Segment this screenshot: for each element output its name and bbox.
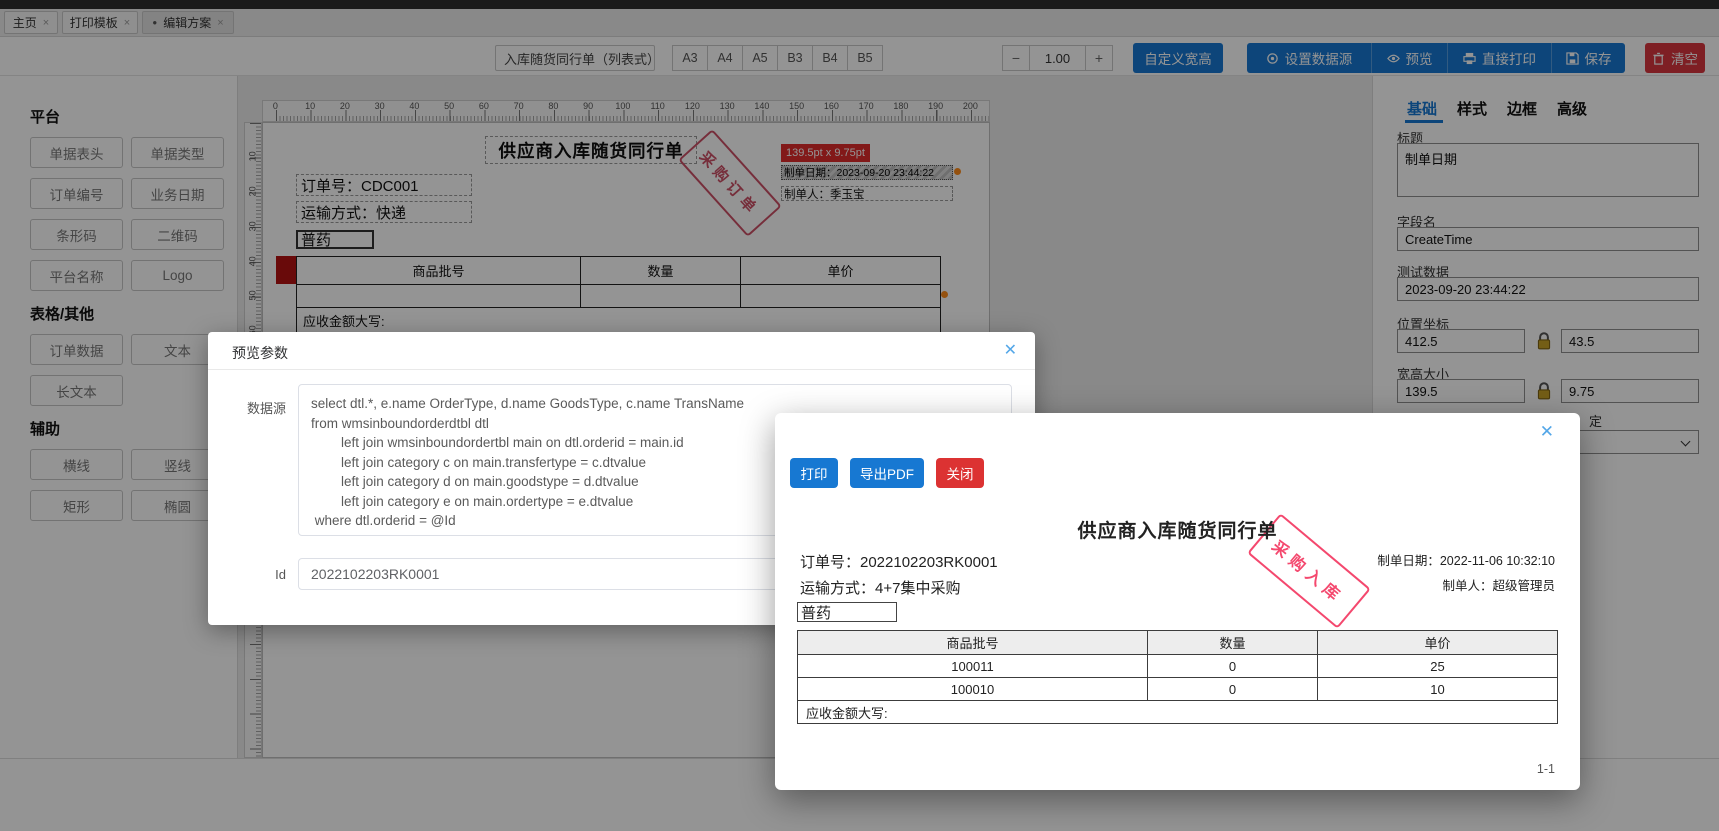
close-button[interactable]: 关闭 [936, 458, 984, 488]
table-row: 100010 0 10 [797, 677, 1558, 701]
preview-data-table: 商品批号 数量 单价 100011 0 25 100010 0 10 应收金额大… [797, 630, 1558, 724]
modal-title: 预览参数 [232, 345, 288, 361]
header-cell: 数量 [1147, 630, 1318, 655]
preview-create-date: 制单日期：2022-11-06 10:32:10 [1377, 554, 1555, 568]
preview-create-by: 制单人：超级管理员 [1442, 579, 1555, 593]
preview-drug-type: 普药 [797, 602, 897, 622]
batch-cell: 100011 [797, 654, 1148, 678]
header-cell: 商品批号 [797, 630, 1148, 655]
price-cell: 10 [1317, 677, 1558, 701]
batch-cell: 100010 [797, 677, 1148, 701]
price-cell: 25 [1317, 654, 1558, 678]
datasource-label: 数据源 [246, 401, 286, 416]
id-label: Id [275, 567, 286, 582]
page-number: 1-1 [1536, 762, 1555, 776]
footer-cell: 应收金额大写: [797, 700, 1558, 724]
export-pdf-button[interactable]: 导出PDF [850, 458, 924, 488]
print-button[interactable]: 打印 [790, 458, 838, 488]
close-icon[interactable]: ✕ [1540, 423, 1554, 440]
close-icon[interactable]: ✕ [1004, 343, 1017, 359]
qty-cell: 0 [1147, 677, 1318, 701]
preview-doc-title: 供应商入库随货同行单 [1077, 521, 1278, 542]
table-row: 100011 0 25 [797, 654, 1558, 678]
modal-header: 预览参数 ✕ [208, 332, 1035, 370]
preview-order-no: 订单号：2022102203RK0001 [800, 554, 998, 571]
header-cell: 单价 [1317, 630, 1558, 655]
table-header-row: 商品批号 数量 单价 [797, 630, 1558, 655]
print-preview-modal: ✕ 打印 导出PDF 关闭 采购入库 供应商入库随货同行单 订单号：202210… [775, 413, 1580, 790]
qty-cell: 0 [1147, 654, 1318, 678]
preview-transport: 运输方式：4+7集中采购 [800, 580, 961, 597]
table-footer-row: 应收金额大写: [797, 700, 1558, 724]
